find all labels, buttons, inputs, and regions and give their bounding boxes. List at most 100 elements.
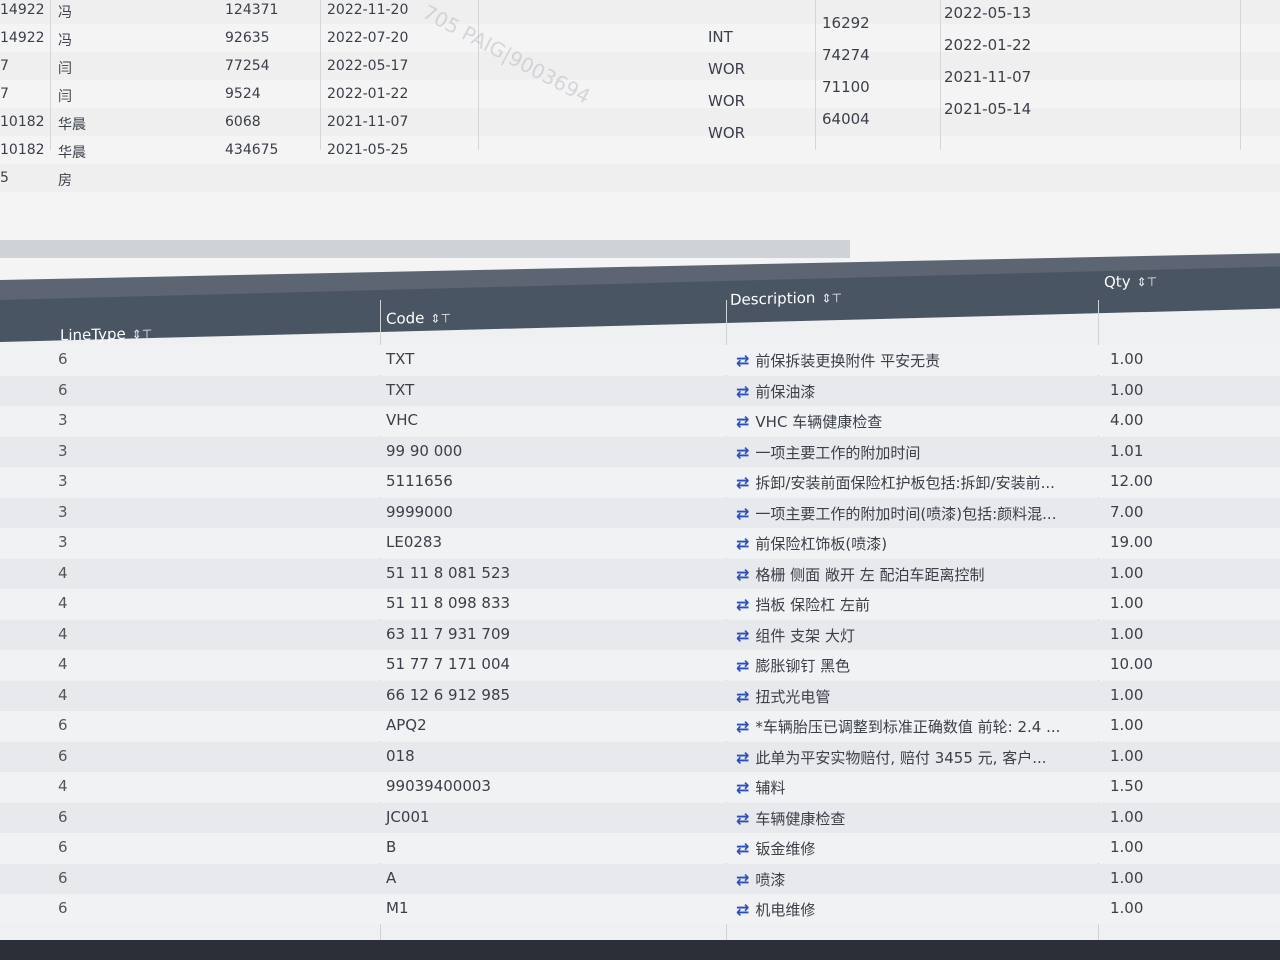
table-row[interactable]: 3 VHC ⇄ VHC 车辆健康检查 4.00 [0,406,1280,436]
swap-arrows-icon[interactable]: ⇄ [736,473,749,492]
swap-arrows-icon[interactable]: ⇄ [736,351,749,370]
description-text: 机电维修 [755,901,816,919]
cell-qty: 1.00 [1110,746,1144,765]
upper-right-row[interactable]: WOR 74274 2022-01-22 [0,30,1280,78]
table-row[interactable]: 3 5111656 ⇄ 拆卸/安装前面保险杠护板包括:拆卸/安装前... 12.00 [0,467,1280,497]
cell-code: 51 77 7 171 004 [386,655,511,673]
swap-arrows-icon[interactable]: ⇄ [736,534,749,553]
cell-description: ⇄ 膨胀铆钉 黑色 [736,655,850,676]
swap-arrows-icon[interactable]: ⇄ [736,626,749,645]
cell-description: ⇄ 钣金维修 [736,838,815,859]
sort-filter-icon[interactable]: ⇕⊤ [132,327,153,342]
table-row[interactable]: 4 51 11 8 098 833 ⇄ 挡板 保险杠 左前 1.00 [0,589,1280,619]
upper-right-row[interactable]: WOR 64004 2021-05-14 [0,90,1280,142]
swap-arrows-icon[interactable]: ⇄ [736,595,749,614]
swap-arrows-icon[interactable]: ⇄ [736,412,749,431]
column-header-linetype[interactable]: LineType ⇕⊤ [60,324,153,345]
description-text: 钣金维修 [755,840,816,858]
swap-arrows-icon[interactable]: ⇄ [736,443,749,462]
table-row[interactable]: 4 63 11 7 931 709 ⇄ 组件 支架 大灯 1.00 [0,619,1280,650]
table-row[interactable]: 6 B ⇄ 钣金维修 1.00 [0,833,1280,863]
scrollbar-thumb[interactable] [0,240,850,258]
horizontal-scrollbar[interactable] [0,240,850,258]
table-row[interactable]: 4 66 12 6 912 985 ⇄ 扭式光电管 1.00 [0,680,1280,711]
sort-filter-icon[interactable]: ⇕⊤ [821,291,842,306]
cell-description: ⇄ 格栅 侧面 敞开 左 配泊车距离控制 [736,564,984,585]
cell-description: ⇄ 一项主要工作的附加时间 [736,442,920,463]
cell-description: ⇄ *车辆胎压已调整到标准正确数值 前轮: 2.4 ... [736,716,1060,737]
sort-filter-icon[interactable]: ⇕⊤ [430,311,451,326]
table-row[interactable]: 3 LE0283 ⇄ 前保险杠饰板(喷漆) 19.00 [0,528,1280,558]
cell-code: 51 11 8 081 523 [386,563,511,582]
swap-arrows-icon[interactable]: ⇄ [736,717,749,736]
cell-description: ⇄ 机电维修 [736,899,815,920]
upper-right-cell-type: WOR [708,124,746,142]
cell-description: ⇄ 前保油漆 [736,381,815,402]
cell-linetype: 6 [58,716,68,734]
cell-qty: 4.00 [1110,411,1144,429]
swap-arrows-icon[interactable]: ⇄ [736,778,749,797]
cell-code: APQ2 [386,716,427,734]
cell-code: 51 11 8 098 833 [386,594,511,612]
swap-arrows-icon[interactable]: ⇄ [736,748,749,767]
table-row[interactable]: 6 A ⇄ 喷漆 1.00 [0,863,1280,894]
swap-arrows-icon[interactable]: ⇄ [736,900,749,919]
cell-qty: 1.00 [1110,624,1144,643]
cell-linetype: 4 [58,777,68,795]
swap-arrows-icon[interactable]: ⇄ [736,809,749,828]
upper-table-row[interactable]: 10182 华晨 434675 2021-05-25 [0,136,1280,164]
cell-linetype: 6 [58,899,68,917]
cell-qty: 1.00 [1110,838,1144,856]
swap-arrows-icon[interactable]: ⇄ [736,656,749,675]
table-row[interactable]: 6 018 ⇄ 此单为平安实物赔付, 赔付 3455 元, 客户... 1.00 [0,741,1280,772]
upper-right-cell-date: 2021-05-14 [944,100,1032,118]
cell-linetype: 6 [58,380,68,399]
table-row[interactable]: 6 JC001 ⇄ 车辆健康检查 1.00 [0,802,1280,833]
swap-arrows-icon[interactable]: ⇄ [736,382,749,401]
cell-code: B [386,838,397,856]
column-header-qty[interactable]: Qty ⇕⊤ [1104,272,1157,291]
column-header-description[interactable]: Description ⇕⊤ [730,288,842,309]
table-row[interactable]: 6 M1 ⇄ 机电维修 1.00 [0,894,1280,924]
description-text: 一项主要工作的附加时间 [755,443,921,462]
table-row[interactable]: 4 99039400003 ⇄ 辅料 1.50 [0,772,1280,802]
description-text: 车辆健康检查 [755,809,846,828]
description-text: 膨胀铆钉 黑色 [755,657,851,675]
upper-table-row[interactable]: 5房 [0,164,1280,192]
upper-cell-name: 房 [58,173,72,189]
table-row[interactable]: 6 APQ2 ⇄ *车辆胎压已调整到标准正确数值 前轮: 2.4 ... 1.00 [0,711,1280,741]
cell-qty: 19.00 [1110,533,1153,551]
swap-arrows-icon[interactable]: ⇄ [736,504,749,523]
cell-description: ⇄ VHC 车辆健康检查 [736,411,882,432]
description-text: 此单为平安实物赔付, 赔付 3455 元, 客户... [755,748,1047,767]
table-row[interactable]: 6 TXT ⇄ 前保拆装更换附件 平安无责 1.00 [0,345,1280,375]
cell-qty: 1.00 [1110,807,1144,826]
cell-linetype: 3 [58,441,68,460]
upper-right-row[interactable]: INT 16292 2022-05-13 [0,0,1280,46]
table-row[interactable]: 3 99 90 000 ⇄ 一项主要工作的附加时间 1.01 [0,436,1280,467]
cell-code: 99039400003 [386,777,491,795]
table-row[interactable]: 3 9999000 ⇄ 一项主要工作的附加时间(喷漆)包括:颜料混... 7.00 [0,497,1280,528]
description-text: *车辆胎压已调整到标准正确数值 前轮: 2.4 ... [755,718,1061,736]
sort-filter-icon[interactable]: ⇕⊤ [1137,275,1158,290]
swap-arrows-icon[interactable]: ⇄ [736,565,749,584]
cell-linetype: 4 [58,563,68,582]
table-row[interactable]: 4 51 77 7 171 004 ⇄ 膨胀铆钉 黑色 10.00 [0,650,1280,680]
description-text: 拆卸/安装前面保险杠护板包括:拆卸/安装前... [755,474,1055,492]
upper-right-row[interactable]: WOR 71100 2021-11-07 [0,60,1280,110]
swap-arrows-icon[interactable]: ⇄ [736,870,749,889]
table-row[interactable]: 4 51 11 8 081 523 ⇄ 格栅 侧面 敞开 左 配泊车距离控制 1.00 [0,558,1280,589]
swap-arrows-icon[interactable]: ⇄ [736,839,749,858]
description-text: 扭式光电管 [755,687,831,706]
upper-cell-date: 2021-05-25 [327,142,409,158]
cell-linetype: 6 [58,868,68,887]
cell-qty: 7.00 [1110,502,1144,521]
column-header-code[interactable]: Code ⇕⊤ [386,308,451,328]
cell-linetype: 6 [58,746,68,765]
cell-code: A [386,868,397,887]
cell-description: ⇄ 此单为平安实物赔付, 赔付 3455 元, 客户... [736,747,1047,768]
cell-linetype: 3 [58,502,68,521]
swap-arrows-icon[interactable]: ⇄ [736,687,749,706]
table-row[interactable]: 6 TXT ⇄ 前保油漆 1.00 [0,375,1280,406]
upper-cell-name: 华晨 [58,145,86,161]
